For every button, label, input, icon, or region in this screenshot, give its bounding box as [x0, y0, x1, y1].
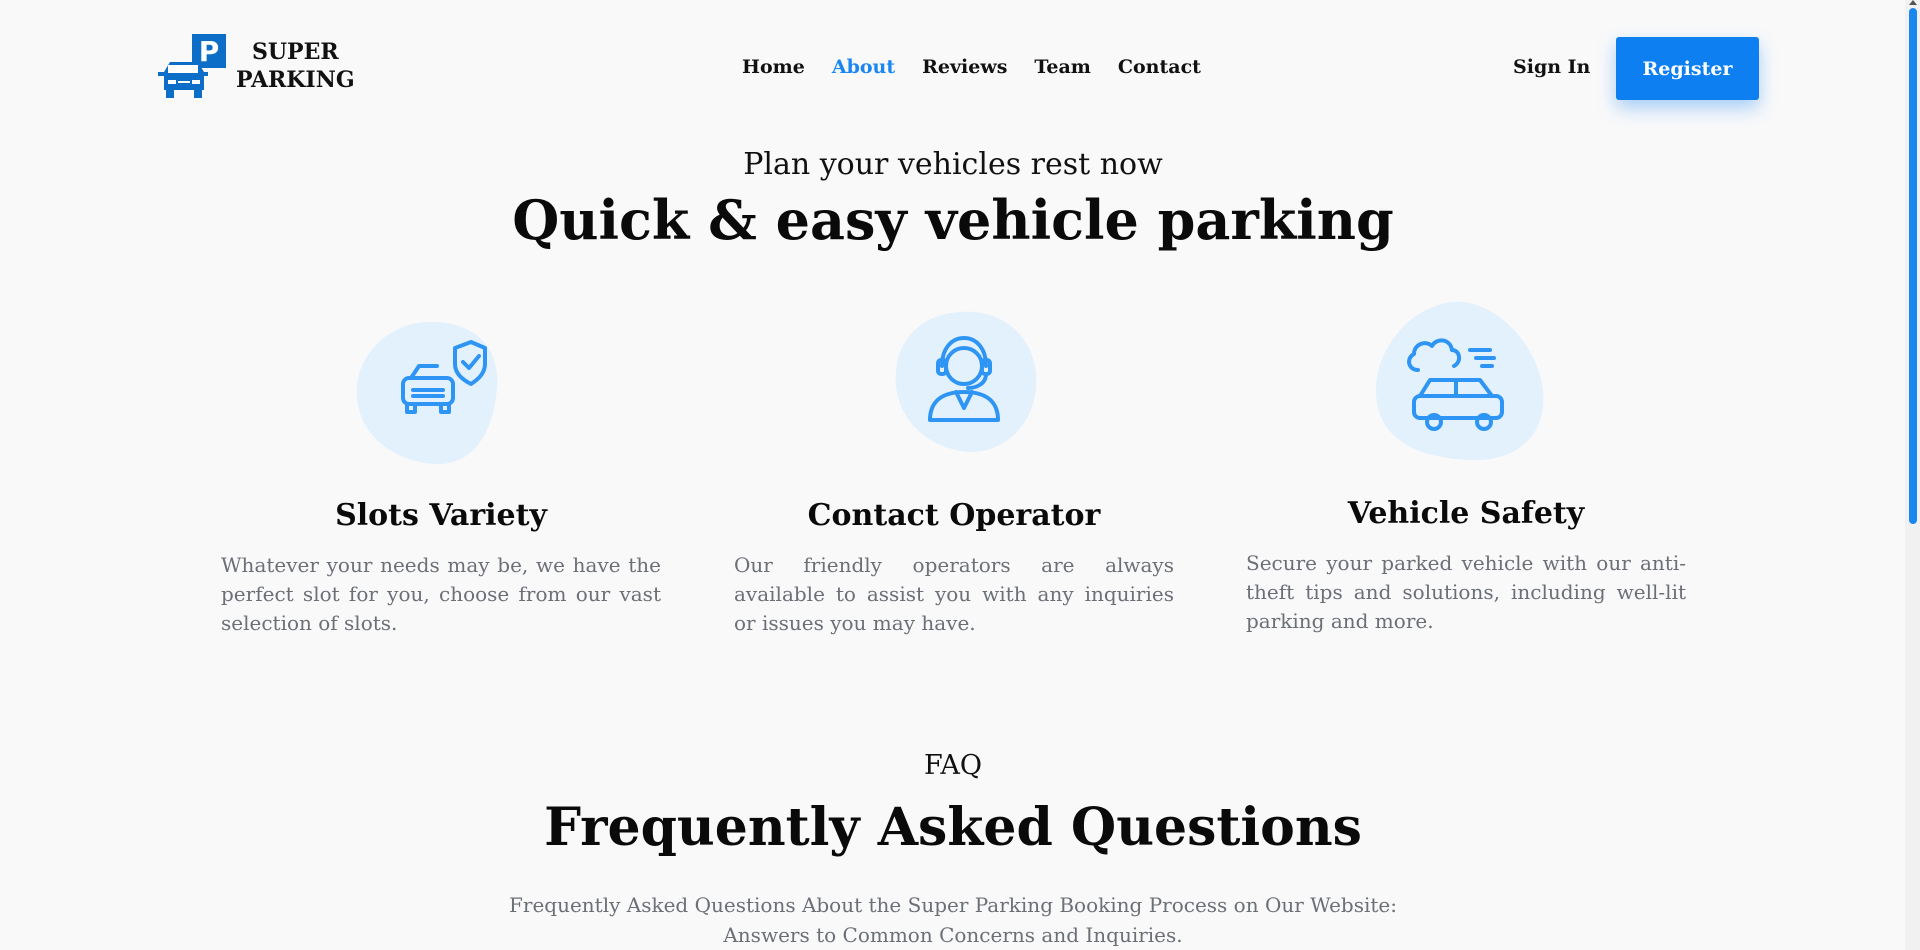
feature-text: Whatever your needs may be, we have the …: [221, 553, 661, 635]
faq-title: Frequently Asked Questions: [544, 797, 1362, 858]
faq-label: FAQ: [923, 750, 983, 781]
parking-car-icon: P: [158, 34, 226, 98]
nav-home[interactable]: Home: [742, 56, 805, 78]
hero-subtitle: Plan your vehicles rest now: [743, 147, 1163, 182]
nav-reviews[interactable]: Reviews: [922, 56, 1007, 78]
hero-title: Quick & easy vehicle parking: [512, 188, 1394, 252]
feature-title: Contact Operator: [807, 498, 1101, 533]
nav-about[interactable]: About: [832, 56, 895, 78]
feature-slots-variety: Slots Variety Whatever your needs may be…: [221, 300, 661, 640]
feature-contact-operator: Contact Operator Our friendly operators …: [734, 300, 1174, 640]
nav-contact[interactable]: Contact: [1118, 56, 1201, 78]
page-scrollbar[interactable]: [1905, 0, 1920, 950]
main-nav: Home About Reviews Team Contact: [742, 56, 1201, 78]
sign-in-link[interactable]: Sign In: [1513, 56, 1590, 78]
brand-line-1: SUPER: [251, 39, 339, 65]
feature-text: Our friendly operators are always availa…: [734, 553, 1174, 635]
register-button[interactable]: Register: [1616, 37, 1759, 100]
feature-title: Slots Variety: [335, 498, 547, 533]
feature-vehicle-safety: Vehicle Safety Secure your parked vehicl…: [1246, 300, 1686, 640]
brand-line-2: PARKING: [236, 67, 355, 93]
svg-text:P: P: [199, 35, 220, 68]
brand-name: SUPER PARKING: [236, 38, 355, 94]
site-header: P SUPER PARKING Home About Reviews Team …: [0, 0, 1904, 130]
car-shield-icon: [356, 321, 498, 465]
scrollbar-thumb[interactable]: [1909, 8, 1917, 524]
logo[interactable]: P SUPER PARKING: [154, 32, 355, 100]
nav-team[interactable]: Team: [1034, 56, 1090, 78]
car-cloud-icon: [1375, 301, 1544, 461]
scroll-up-arrow-icon[interactable]: [1909, 0, 1917, 5]
feature-text: Secure your parked vehicle with our anti…: [1246, 551, 1686, 633]
operator-headset-icon: [895, 311, 1037, 453]
faq-description: Frequently Asked Questions About the Sup…: [509, 893, 1397, 947]
feature-title: Vehicle Safety: [1347, 496, 1585, 531]
